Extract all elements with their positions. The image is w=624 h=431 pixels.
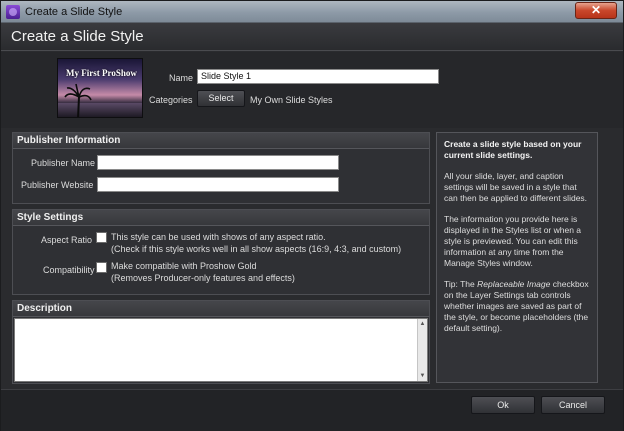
thumbnail-caption: My First ProShow bbox=[66, 68, 137, 78]
aspect-ratio-checkbox[interactable] bbox=[96, 232, 107, 243]
aspect-ratio-label: Aspect Ratio bbox=[41, 235, 93, 245]
help-paragraph-2: The information you provide here is disp… bbox=[444, 214, 582, 268]
proshow-app-icon bbox=[6, 5, 20, 19]
style-settings-heading: Style Settings bbox=[13, 210, 429, 226]
compatibility-hint: (Removes Producer-only features and effe… bbox=[111, 273, 295, 283]
publisher-name-label: Publisher Name bbox=[31, 158, 96, 168]
dialog-title: Create a Slide Style bbox=[11, 28, 144, 45]
help-panel: Create a slide style based on your curre… bbox=[436, 132, 598, 383]
style-identity-panel: My First ProShow Name Slide Style 1 Cate… bbox=[1, 52, 623, 128]
compatibility-text: Make compatible with Proshow Gold bbox=[111, 261, 257, 271]
dialog-header: Create a Slide Style bbox=[1, 23, 623, 51]
publisher-heading: Publisher Information bbox=[13, 133, 429, 149]
help-tip: Tip: The Replaceable Image checkbox on t… bbox=[444, 279, 590, 334]
help-intro: Create a slide style based on your curre… bbox=[444, 139, 582, 160]
select-categories-button[interactable]: Select bbox=[197, 90, 245, 107]
publisher-website-input[interactable] bbox=[97, 177, 339, 192]
help-tip-label: Tip: bbox=[444, 279, 458, 289]
publisher-name-input[interactable] bbox=[97, 155, 339, 170]
help-tip-italic: Replaceable Image bbox=[477, 279, 551, 289]
create-slide-style-window: Create a Slide Style ✕ Create a Slide St… bbox=[0, 0, 624, 431]
categories-value: My Own Slide Styles bbox=[250, 95, 333, 105]
name-input[interactable]: Slide Style 1 bbox=[197, 69, 439, 84]
scroll-down-icon[interactable]: ▼ bbox=[419, 372, 426, 380]
ok-button[interactable]: Ok bbox=[471, 396, 535, 414]
aspect-ratio-hint: (Check if this style works well in all s… bbox=[111, 244, 402, 254]
dialog-footer: Ok Cancel bbox=[1, 389, 623, 431]
window-title: Create a Slide Style bbox=[25, 6, 123, 18]
compatibility-label: Compatibility bbox=[43, 265, 95, 275]
categories-label: Categories bbox=[149, 95, 193, 105]
description-scrollbar[interactable]: ▲ ▼ bbox=[417, 319, 427, 381]
title-bar[interactable]: Create a Slide Style ✕ bbox=[1, 1, 623, 23]
scroll-up-icon[interactable]: ▲ bbox=[419, 320, 426, 328]
description-heading: Description bbox=[13, 301, 429, 317]
description-textarea[interactable]: ▲ ▼ bbox=[14, 318, 428, 382]
palm-tree-image bbox=[64, 83, 92, 117]
publisher-website-label: Publisher Website bbox=[21, 180, 94, 190]
aspect-ratio-text: This style can be used with shows of any… bbox=[111, 232, 326, 242]
compatibility-checkbox[interactable] bbox=[96, 262, 107, 273]
help-paragraph-1: All your slide, layer, and caption setti… bbox=[444, 171, 588, 203]
publisher-section: Publisher Information Publisher Name Pub… bbox=[12, 132, 430, 204]
description-section: Description ▲ ▼ bbox=[12, 300, 430, 384]
help-tip-pre: The bbox=[460, 279, 475, 289]
close-button[interactable]: ✕ bbox=[575, 2, 617, 19]
cancel-button[interactable]: Cancel bbox=[541, 396, 605, 414]
name-label: Name bbox=[169, 73, 194, 83]
style-settings-section: Style Settings Aspect Ratio This style c… bbox=[12, 209, 430, 295]
slide-thumbnail: My First ProShow bbox=[57, 58, 143, 118]
